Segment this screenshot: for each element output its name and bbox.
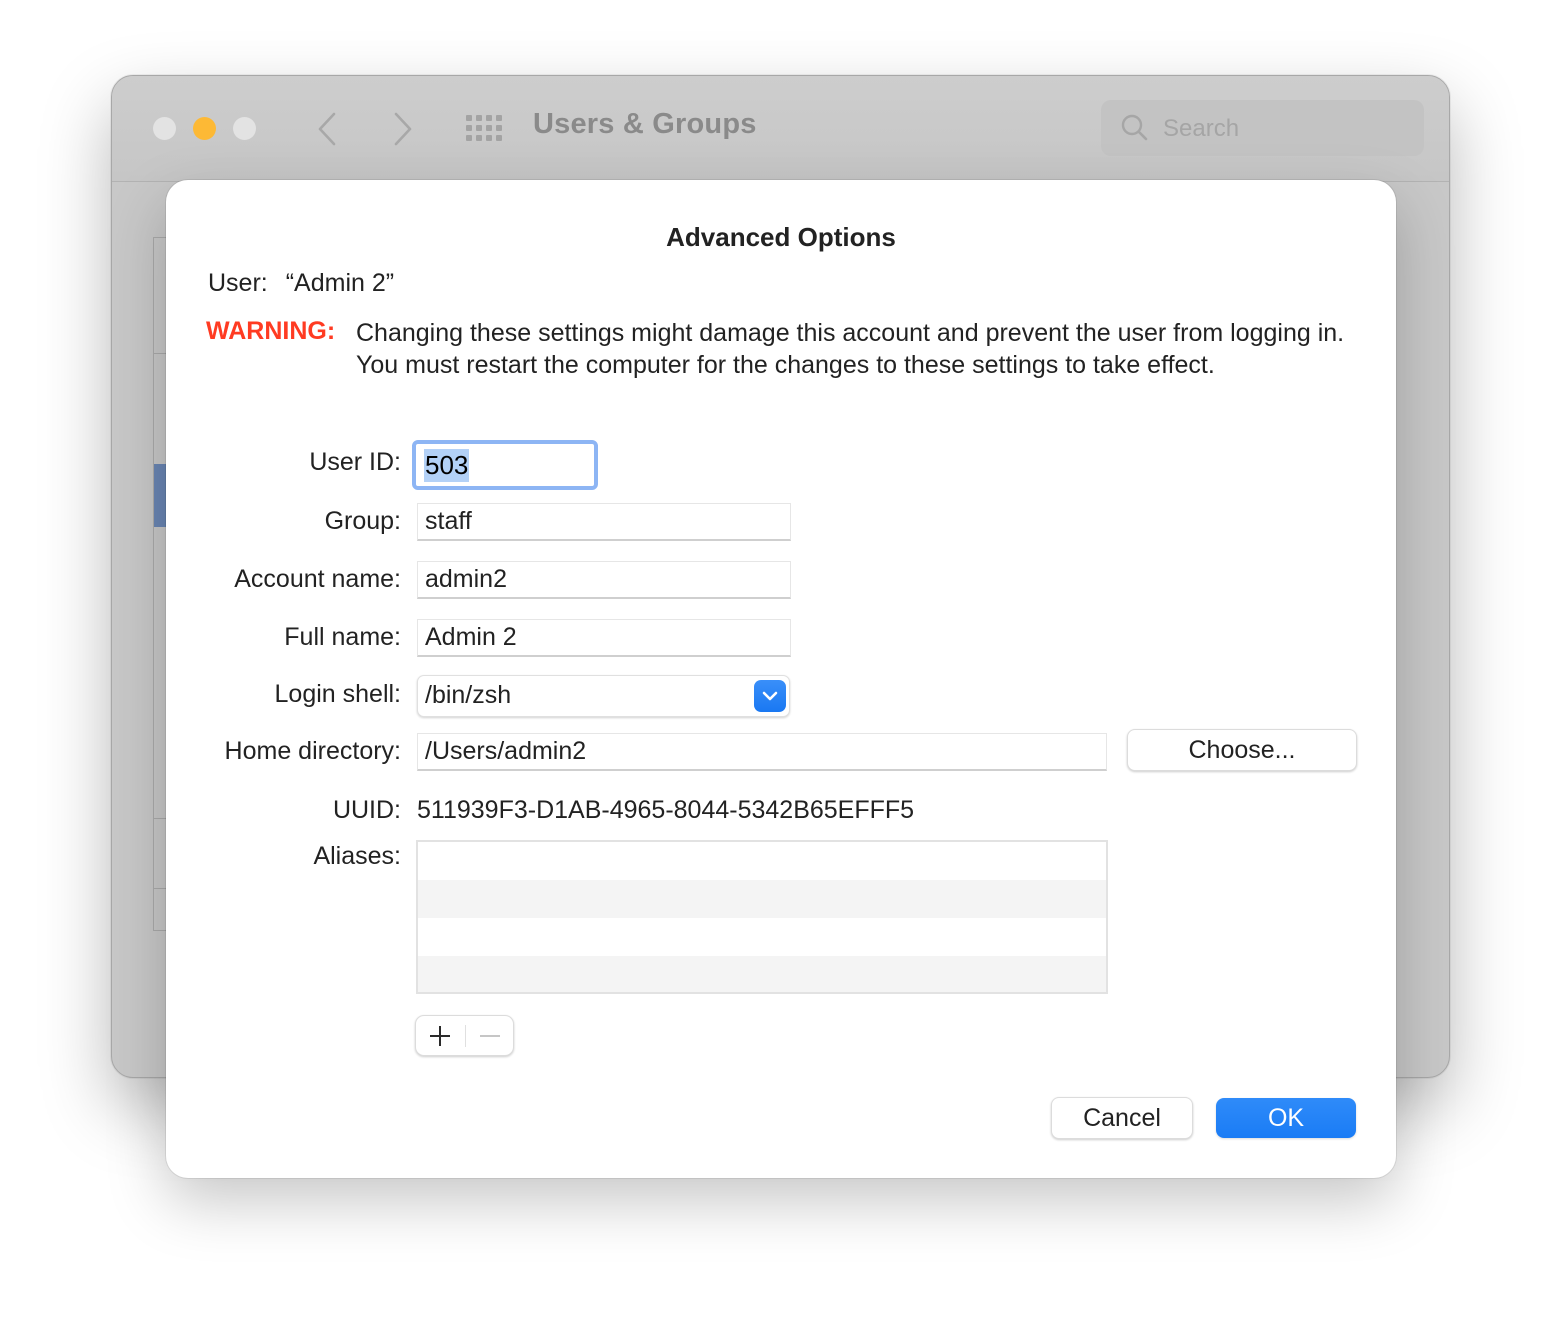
chevron-down-icon [754,680,786,712]
account-name-label: Account name: [234,565,401,593]
cancel-button[interactable]: Cancel [1051,1097,1193,1139]
aliases-row[interactable] [418,918,1106,956]
warning-text: Changing these settings might damage thi… [356,319,1345,379]
alias-add-remove-control [415,1015,514,1056]
close-window-button[interactable] [153,117,176,140]
minimize-window-button[interactable] [193,117,216,140]
uuid-value: 511939F3-D1AB-4965-8044-5342B65EFFF5 [417,796,915,824]
search-field[interactable] [1101,100,1424,156]
search-icon [1121,114,1148,141]
back-button[interactable] [312,110,342,148]
search-input[interactable] [1161,108,1415,150]
group-field[interactable] [417,503,791,541]
aliases-label: Aliases: [313,842,401,870]
minus-icon [480,1034,500,1037]
login-shell-label: Login shell: [274,680,401,708]
chevron-left-icon [318,112,336,146]
window-title: Users & Groups [533,108,757,140]
full-name-field[interactable] [417,619,791,657]
full-name-label: Full name: [284,623,401,651]
forward-button[interactable] [388,110,418,148]
user-id-label: User ID: [309,448,401,476]
uuid-label: UUID: [332,796,401,824]
home-directory-label: Home directory: [224,737,401,765]
user-id-value: 503 [424,449,470,482]
title-bar: Users & Groups [112,76,1449,182]
zoom-window-button[interactable] [233,117,256,140]
advanced-options-sheet: Advanced Options User: “Admin 2” WARNING:… [166,180,1396,1178]
user-info: User: “Admin 2” [208,269,394,298]
home-directory-field[interactable] [417,733,1107,771]
login-shell-select[interactable]: /bin/zsh [417,675,790,717]
warning-label: WARNING: [206,317,336,345]
aliases-row[interactable] [418,842,1106,880]
user-id-field[interactable]: 503 [412,440,598,490]
aliases-row[interactable] [418,956,1106,992]
add-alias-button[interactable] [416,1016,464,1055]
dialog-title: Advanced Options [666,222,896,252]
chevron-right-icon [394,112,412,146]
choose-button[interactable]: Choose... [1127,729,1357,771]
account-name-field[interactable] [417,561,791,599]
user-value: “Admin 2” [285,269,395,297]
login-shell-value: /bin/zsh [425,681,512,709]
group-label: Group: [324,507,401,535]
aliases-list[interactable] [416,840,1108,994]
user-label: User: [208,269,268,297]
ok-button[interactable]: OK [1216,1098,1356,1138]
show-all-grid-icon[interactable] [466,115,504,143]
plus-icon [430,1025,450,1046]
remove-alias-button[interactable] [466,1016,514,1055]
aliases-row[interactable] [418,880,1106,918]
